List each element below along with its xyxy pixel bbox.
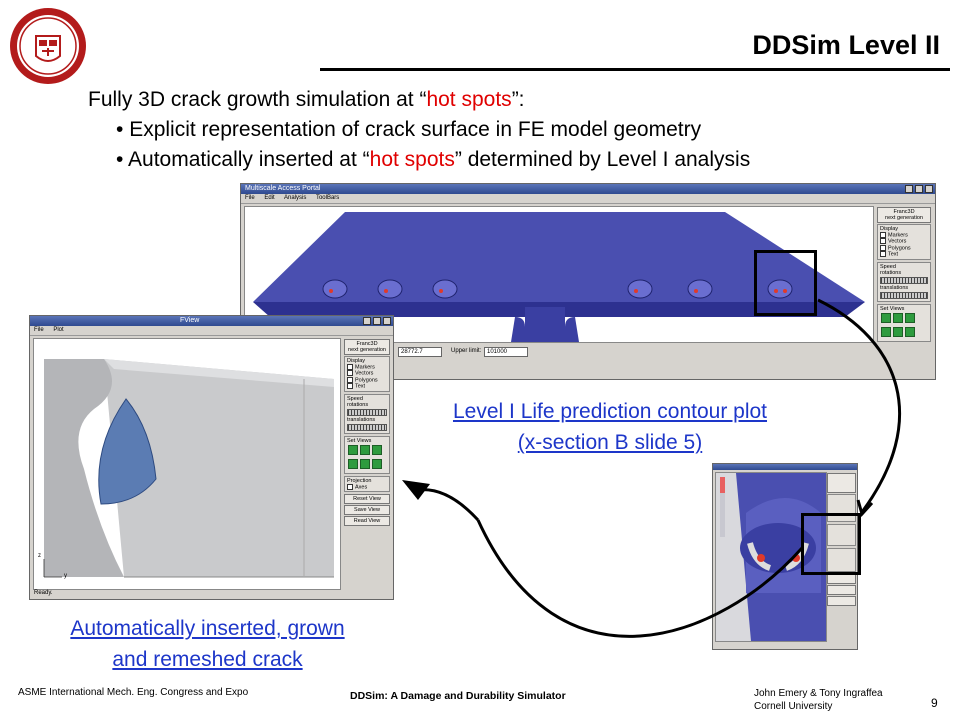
caption-line: (x-section B slide 5) bbox=[517, 431, 703, 454]
caption-line: Automatically inserted, grown bbox=[70, 617, 345, 640]
footer-title: DDSim: A Damage and Durability Simulator bbox=[350, 690, 566, 702]
page-number: 9 bbox=[931, 696, 938, 710]
footer-authors-line: John Emery & Tony Ingraffea bbox=[754, 688, 883, 699]
caption-line: and remeshed crack bbox=[112, 648, 303, 671]
connector-arrows bbox=[402, 298, 902, 638]
footer-authors: John Emery & Tony Ingraffea Cornell Univ… bbox=[754, 687, 883, 713]
footer-conference: ASME International Mech. Eng. Congress a… bbox=[18, 687, 249, 698]
footer-affiliation: Cornell University bbox=[754, 701, 833, 712]
level1-caption[interactable]: Level I Life prediction contour plot (x-… bbox=[402, 396, 818, 458]
crack-caption[interactable]: Automatically inserted, grown and remesh… bbox=[20, 613, 395, 675]
caption-line: Level I Life prediction contour plot bbox=[452, 400, 768, 423]
